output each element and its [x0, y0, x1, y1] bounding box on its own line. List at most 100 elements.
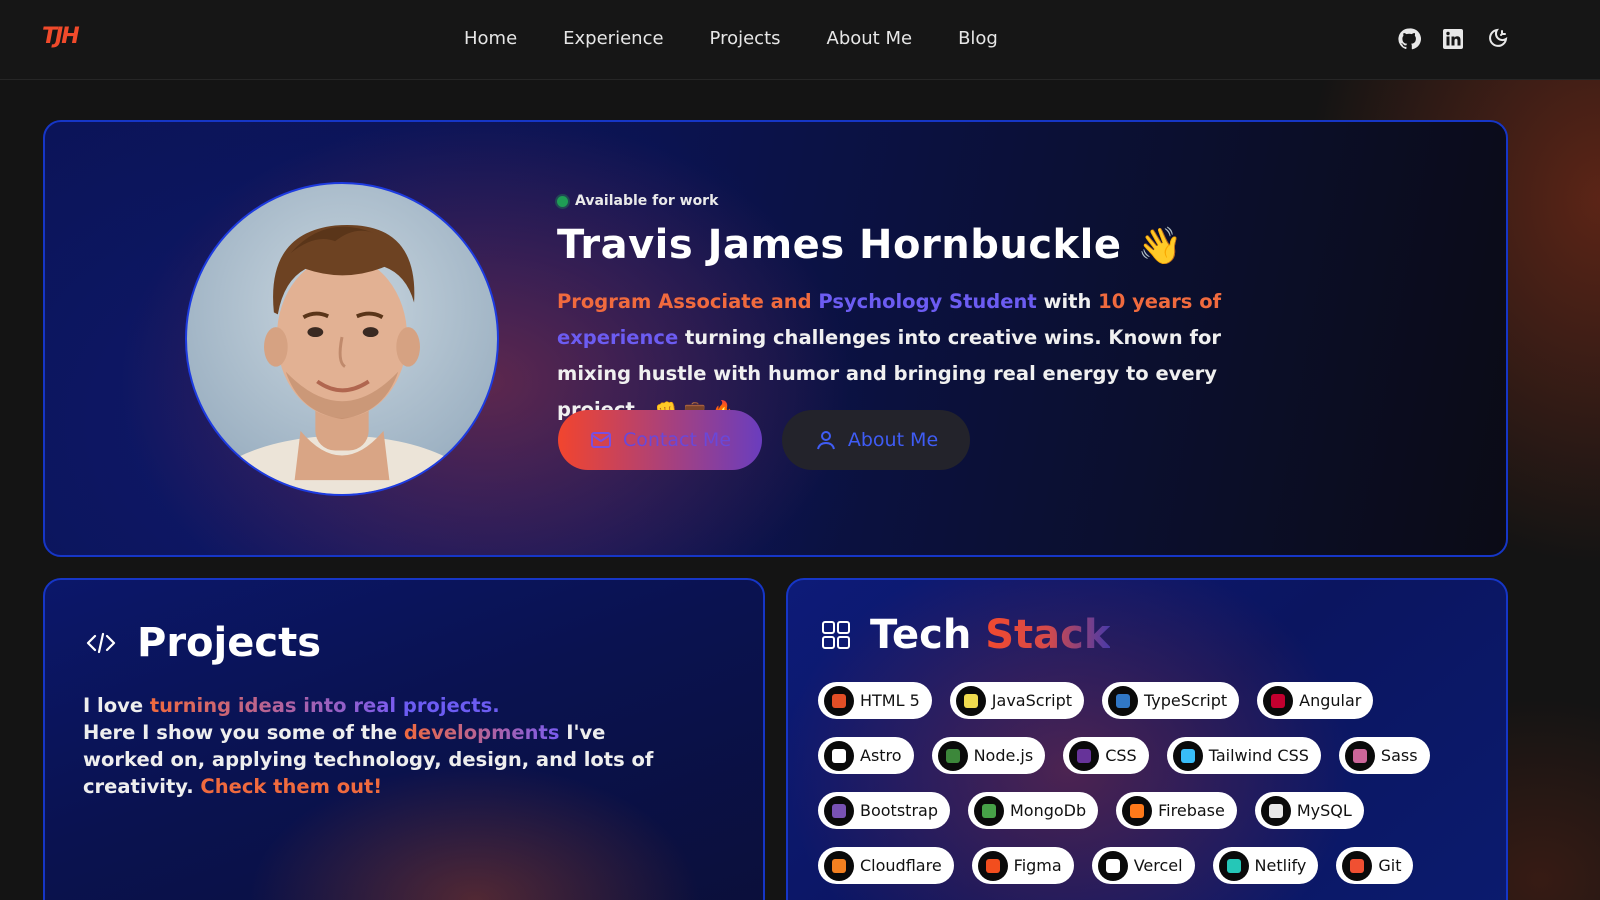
- tech-tag-mongodb[interactable]: MongoDb: [967, 792, 1099, 829]
- tech-tag-mysql[interactable]: MySQL: [1254, 792, 1364, 829]
- tech-tag-cloudflare[interactable]: Cloudflare: [818, 847, 954, 884]
- theme-toggle-icon[interactable]: [1484, 26, 1510, 52]
- nav-icons: [1396, 26, 1510, 52]
- tech-tag-figma[interactable]: Figma: [971, 847, 1074, 884]
- status-dot-icon: [557, 195, 568, 207]
- projects-card[interactable]: Projects I love turning ideas into real …: [43, 578, 765, 900]
- wave-emoji: 👋: [1137, 226, 1183, 267]
- tech-tag-row: Astro Node.js CSS Tailwind CSS Sass: [818, 737, 1478, 774]
- projects-description: I love turning ideas into real projects.…: [83, 692, 683, 800]
- mail-icon: [590, 432, 611, 448]
- about-me-label: About Me: [847, 429, 939, 451]
- tech-tag-label: Netlify: [1254, 856, 1307, 875]
- netlify-icon: [1218, 850, 1249, 881]
- tech-tag-label: Firebase: [1158, 801, 1225, 820]
- nav-link-projects[interactable]: Projects: [710, 28, 781, 49]
- hero-description: Program Associate and Psychology Student…: [557, 284, 1297, 429]
- tech-tag-bootstrap[interactable]: Bootstrap: [818, 792, 950, 829]
- figma-icon: [977, 850, 1008, 881]
- nav-link-home[interactable]: Home: [464, 28, 517, 49]
- nav-link-about-me[interactable]: About Me: [827, 28, 913, 49]
- projects-highlight-3: developments: [403, 721, 560, 744]
- role-highlight-2: Psychology Student: [818, 290, 1037, 313]
- projects-text-2: Here I show you some of the: [83, 721, 398, 744]
- user-icon: [816, 431, 835, 450]
- tech-tag-typescript[interactable]: TypeScript: [1102, 682, 1240, 719]
- projects-cta[interactable]: Check them out!: [200, 775, 382, 798]
- tech-stack-card: Tech Stack HTML 5 JavaScript TypeScript Ang…: [786, 578, 1508, 900]
- projects-highlight-2: projects.: [402, 694, 500, 717]
- astro-icon: [824, 740, 854, 771]
- tech-tag-label: MongoDb: [1009, 801, 1087, 820]
- tech-tag-javascript[interactable]: JavaScript: [949, 682, 1084, 719]
- tech-tag-tailwind-css[interactable]: Tailwind CSS: [1166, 737, 1321, 774]
- tech-title-part-2: Stack: [985, 612, 1111, 658]
- vercel-icon: [1097, 850, 1128, 881]
- with-text: with: [1043, 290, 1092, 313]
- projects-header: Projects: [83, 620, 321, 666]
- grid-icon: [822, 621, 850, 649]
- tech-tag-node-js[interactable]: Node.js: [931, 737, 1046, 774]
- tech-tag-row: HTML 5 JavaScript TypeScript Angular: [818, 682, 1478, 719]
- github-icon[interactable]: [1396, 26, 1422, 52]
- tech-tag-label: TypeScript: [1144, 691, 1228, 710]
- tech-tag-netlify[interactable]: Netlify: [1212, 847, 1319, 884]
- tech-stack-header: Tech Stack: [820, 612, 1110, 658]
- hero-name-heading: Travis James Hornbuckle 👋: [557, 222, 1183, 268]
- node-js-icon: [937, 740, 968, 771]
- years-highlight-1: 10 years of: [1098, 290, 1222, 313]
- tech-tag-label: Figma: [1013, 856, 1062, 875]
- tech-tag-vercel[interactable]: Vercel: [1091, 847, 1195, 884]
- projects-highlight-1: turning ideas into real: [149, 694, 397, 717]
- tech-tags: HTML 5 JavaScript TypeScript Angular Astro No…: [818, 682, 1478, 900]
- site-logo[interactable]: TJH: [42, 24, 80, 49]
- nav-link-blog[interactable]: Blog: [958, 28, 998, 49]
- tech-tag-label: Tailwind CSS: [1208, 746, 1309, 765]
- mysql-icon: [1260, 795, 1291, 826]
- angular-icon: [1263, 685, 1294, 716]
- mongodb-icon: [973, 795, 1004, 826]
- tech-tag-label: Bootstrap: [860, 801, 938, 820]
- tech-tag-html-5[interactable]: HTML 5: [818, 682, 932, 719]
- css-icon: [1069, 740, 1100, 771]
- javascript-icon: [955, 685, 986, 716]
- tech-title-part-1: Tech: [870, 612, 972, 658]
- tech-tag-label: Vercel: [1133, 856, 1183, 875]
- nav-link-experience[interactable]: Experience: [563, 28, 663, 49]
- tech-tag-label: MySQL: [1296, 801, 1352, 820]
- tech-tag-git[interactable]: Git: [1336, 847, 1414, 884]
- projects-text-1: I love: [83, 694, 144, 717]
- profile-photo: [185, 182, 499, 496]
- years-highlight-2: experience: [557, 326, 679, 349]
- hero-card: Available for work Travis James Hornbuck…: [43, 120, 1508, 557]
- tech-tag-label: Angular: [1299, 691, 1362, 710]
- cloudflare-icon: [824, 850, 854, 881]
- tech-tag-label: CSS: [1105, 746, 1137, 765]
- firebase-icon: [1122, 795, 1153, 826]
- tech-tag-label: HTML 5: [860, 691, 920, 710]
- about-me-button[interactable]: About Me: [782, 410, 970, 470]
- tech-tag-label: Node.js: [973, 746, 1034, 765]
- tech-tag-label: Sass: [1380, 746, 1418, 765]
- typescript-icon: [1108, 685, 1138, 716]
- bootstrap-icon: [824, 795, 854, 826]
- tech-tag-row: Bootstrap MongoDb Firebase MySQL: [818, 792, 1478, 829]
- sass-icon: [1344, 740, 1375, 771]
- git-icon: [1342, 850, 1373, 881]
- tech-tag-firebase[interactable]: Firebase: [1116, 792, 1237, 829]
- tech-tag-angular[interactable]: Angular: [1257, 682, 1374, 719]
- nav-links: Home Experience Projects About Me Blog: [464, 28, 1044, 49]
- tech-tag-astro[interactable]: Astro: [818, 737, 914, 774]
- tech-tag-css[interactable]: CSS: [1063, 737, 1149, 774]
- projects-title: Projects: [137, 620, 322, 666]
- hero-name: Travis James Hornbuckle: [557, 222, 1122, 268]
- tech-tag-sass[interactable]: Sass: [1338, 737, 1430, 774]
- linkedin-icon[interactable]: [1440, 26, 1466, 52]
- tech-tag-row: Cloudflare Figma Vercel Netlify Git: [818, 847, 1478, 884]
- tech-tag-label: JavaScript: [991, 691, 1072, 710]
- contact-me-button[interactable]: Contact Me: [558, 410, 762, 470]
- top-navbar: TJH Home Experience Projects About Me Bl…: [0, 0, 1600, 80]
- tech-tag-label: Git: [1378, 856, 1402, 875]
- contact-me-label: Contact Me: [622, 429, 732, 451]
- html-5-icon: [824, 685, 854, 716]
